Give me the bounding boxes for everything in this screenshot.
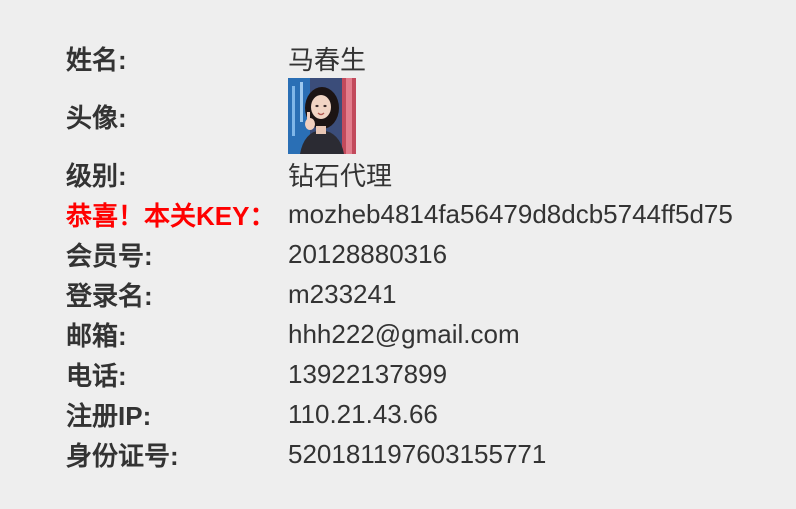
- profile-row-email: 邮箱: hhh222@gmail.com: [66, 314, 733, 354]
- key-label: 恭喜！本关KEY：: [66, 200, 276, 231]
- login-label: 登录名:: [66, 280, 153, 311]
- profile-row-level: 级别: 钻石代理: [66, 154, 733, 194]
- profile-row-login: 登录名: m233241: [66, 274, 733, 314]
- key-value: mozheb4814fa56479d8dcb5744ff5d75: [288, 198, 733, 229]
- login-value: m233241: [288, 278, 397, 309]
- profile-row-register-ip: 注册IP: 110.21.43.66: [66, 394, 733, 434]
- profile-row-avatar: 头像:: [66, 78, 733, 154]
- profile-row-phone: 电话: 13922137899: [66, 354, 733, 394]
- profile-row-id-number: 身份证号: 520181197603155771: [66, 434, 733, 474]
- email-label: 邮箱:: [66, 320, 127, 351]
- phone-label: 电话:: [66, 360, 127, 391]
- avatar-cell: [288, 78, 733, 154]
- level-label: 级别:: [66, 160, 127, 191]
- profile-row-key: 恭喜！本关KEY： mozheb4814fa56479d8dcb5744ff5d…: [66, 194, 733, 234]
- member-id-label: 会员号:: [66, 240, 153, 271]
- id-number-value: 520181197603155771: [288, 438, 547, 469]
- name-value: 马春生: [288, 44, 367, 75]
- profile-row-name: 姓名: 马春生: [66, 38, 733, 78]
- member-id-value: 20128880316: [288, 238, 448, 269]
- profile-info-table: 姓名: 马春生 头像: 级别: 钻石代理 恭喜！本关KEY： mozheb481…: [66, 38, 733, 474]
- phone-value: 13922137899: [288, 358, 448, 389]
- profile-row-member-id: 会员号: 20128880316: [66, 234, 733, 274]
- email-value: hhh222@gmail.com: [288, 318, 520, 349]
- name-label: 姓名:: [66, 44, 127, 75]
- avatar: [288, 78, 356, 154]
- level-value: 钻石代理: [288, 160, 393, 191]
- id-number-label: 身份证号:: [66, 440, 179, 471]
- register-ip-value: 110.21.43.66: [288, 398, 438, 429]
- register-ip-label: 注册IP:: [66, 400, 152, 431]
- avatar-label: 头像:: [66, 102, 127, 133]
